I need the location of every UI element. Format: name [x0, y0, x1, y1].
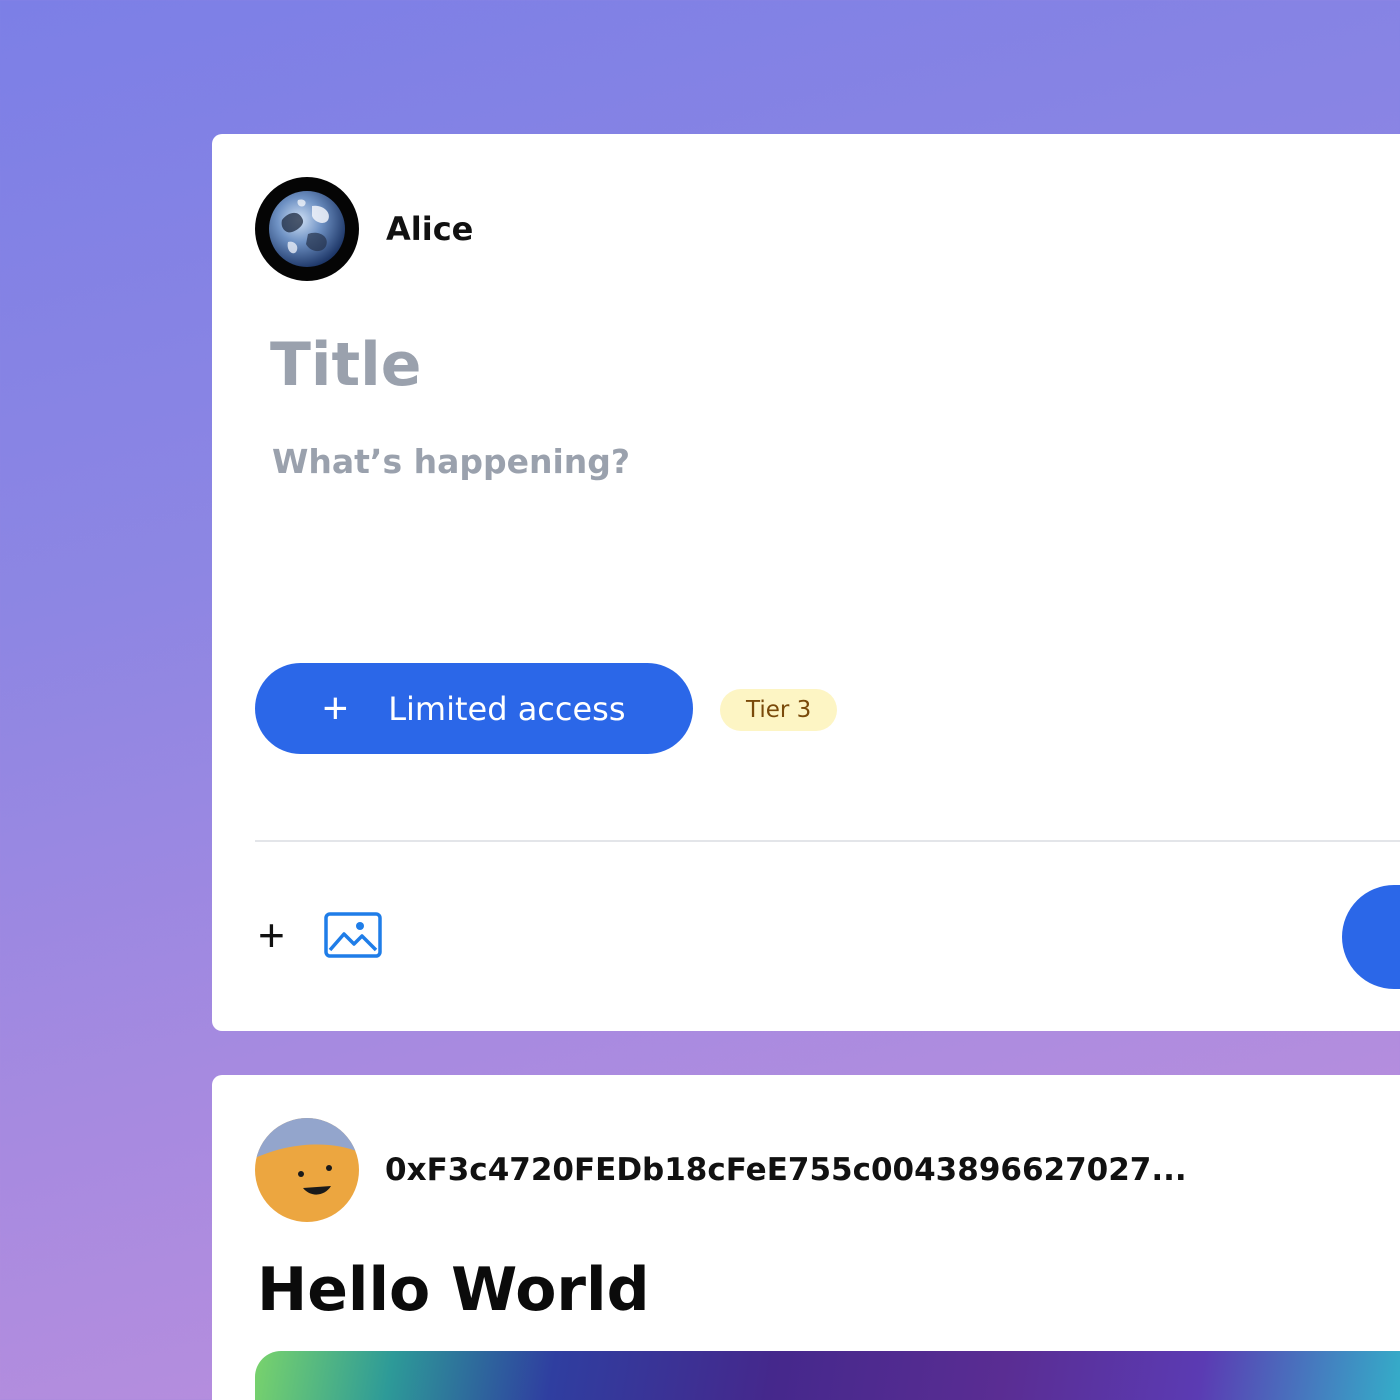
submit-button[interactable]	[1342, 885, 1400, 989]
smiley-icon	[255, 1118, 359, 1222]
image-icon	[324, 912, 382, 958]
tier-badge: Tier 3	[720, 689, 838, 731]
earth-icon	[269, 191, 345, 267]
limited-access-button[interactable]: + Limited access	[255, 663, 693, 754]
avatar[interactable]	[255, 1118, 359, 1222]
access-button-label: Limited access	[388, 689, 626, 728]
post-title: Hello World	[257, 1255, 650, 1325]
body-input[interactable]	[272, 442, 1172, 602]
avatar[interactable]	[255, 177, 359, 281]
divider	[255, 840, 1400, 842]
title-input[interactable]	[270, 330, 1170, 400]
post-author-row: 0xF3c4720FEDb18cFeE755c0043896627027...	[255, 1118, 1187, 1222]
post-composer: Alice + Limited access Tier 3 +	[212, 134, 1400, 1031]
add-attachment-button[interactable]: +	[258, 912, 285, 958]
composer-author: Alice	[255, 177, 473, 281]
plus-icon: +	[258, 909, 285, 961]
post-banner-image	[255, 1351, 1400, 1400]
post-card: 0xF3c4720FEDb18cFeE755c0043896627027... …	[212, 1075, 1400, 1400]
add-image-button[interactable]	[324, 912, 382, 963]
post-author-address: 0xF3c4720FEDb18cFeE755c0043896627027...	[385, 1152, 1187, 1188]
plus-icon: +	[322, 683, 349, 733]
author-name: Alice	[386, 210, 474, 248]
